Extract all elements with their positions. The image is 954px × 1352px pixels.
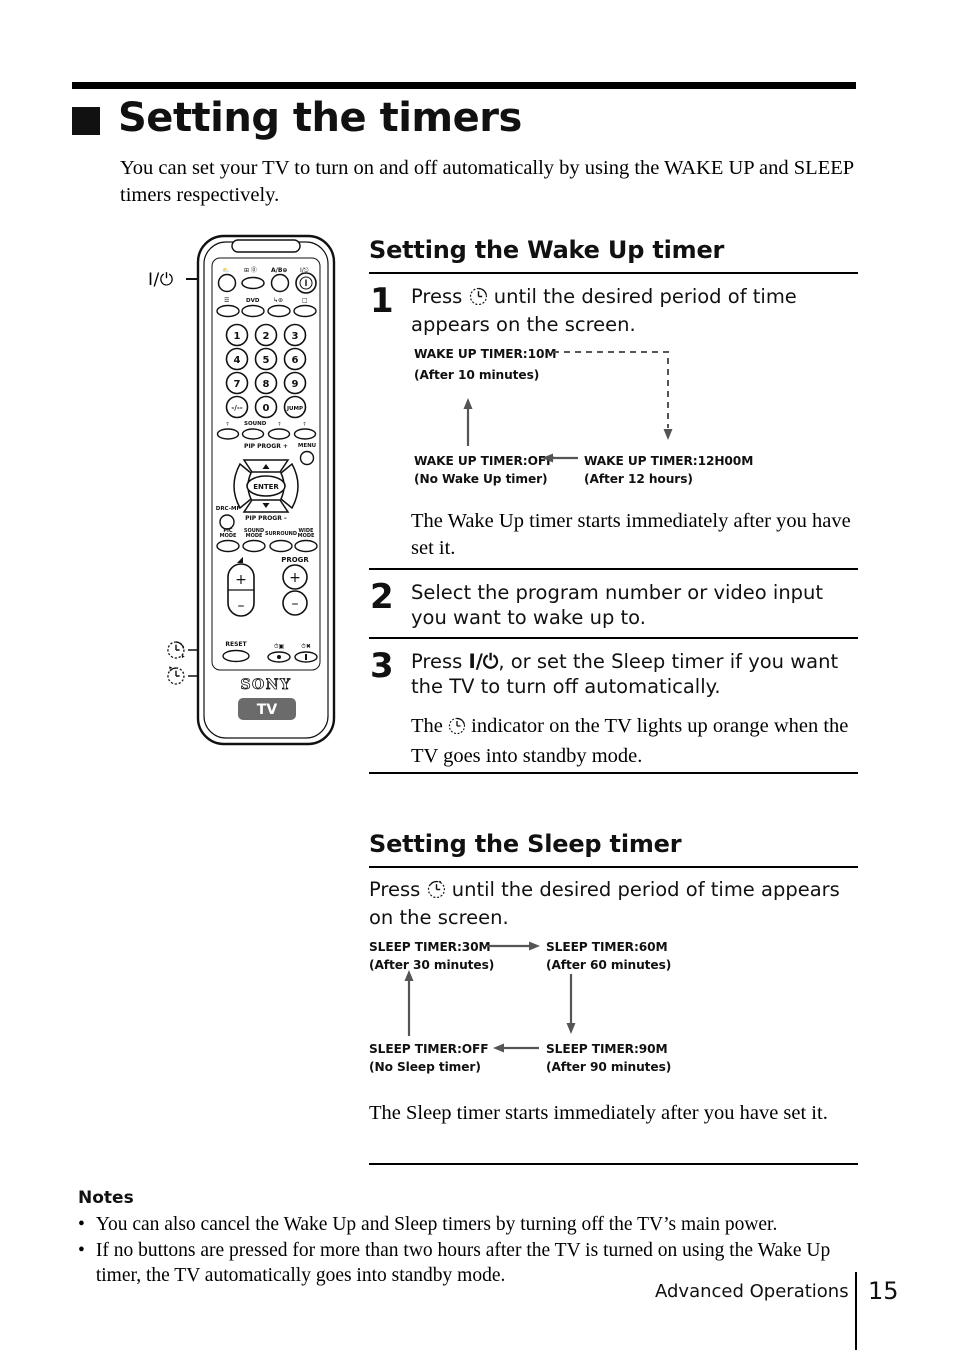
svg-text:9: 9 <box>292 379 299 390</box>
svg-text:⍒: ⍒ <box>278 422 281 428</box>
svg-text:0: 0 <box>263 403 270 414</box>
step-3-text-before: Press <box>411 650 469 673</box>
svg-text:⏱✖: ⏱✖ <box>301 643 311 650</box>
svg-text:⏱▣: ⏱▣ <box>274 643 284 650</box>
svg-text:+: + <box>235 572 247 588</box>
note-item-text: You can also cancel the Wake Up and Slee… <box>95 1214 778 1235</box>
bullet-glyph: • <box>78 1240 85 1261</box>
header-rule <box>72 82 856 89</box>
svg-text:+: + <box>289 570 301 586</box>
sleep-instruction-before: Press <box>369 878 427 901</box>
svg-text:PIP PROGR +: PIP PROGR + <box>244 443 288 450</box>
wake-up-heading-rule <box>369 272 858 274</box>
note-item: • You can also cancel the Wake Up and Sl… <box>78 1212 868 1237</box>
wake-up-timer-icon <box>469 287 488 313</box>
svg-text:⊞ ⓪: ⊞ ⓪ <box>244 266 257 274</box>
bullet-glyph: • <box>78 1214 85 1235</box>
svg-text:MENU: MENU <box>298 443 316 449</box>
svg-text:2: 2 <box>263 331 270 342</box>
page-title-row: Setting the timers <box>72 98 522 138</box>
sleep-timer-icon <box>427 880 446 906</box>
svg-text:–: – <box>238 598 245 614</box>
svg-text:□: □ <box>302 297 308 304</box>
svg-text:SONY: SONY <box>240 677 291 693</box>
step-3-note-after: indicator on the TV lights up orange whe… <box>411 715 849 768</box>
svg-text:MODE: MODE <box>220 533 237 539</box>
svg-text:7: 7 <box>234 379 241 390</box>
svg-text:⍒: ⍒ <box>226 422 229 428</box>
title-square-marker <box>72 107 100 135</box>
wake-up-section-end-rule <box>369 772 858 774</box>
svg-text:PIP PROGR –: PIP PROGR – <box>245 515 287 522</box>
sleep-note: The Sleep timer starts immediately after… <box>369 1102 828 1124</box>
remote-control-illustration: I/⏻ ⛅ ⊞ ⓪ A/B⊕ I/⎋ ☰ DVD ↳⊛ □ 1 2 3 4 5 … <box>140 232 360 752</box>
svg-text:8: 8 <box>263 379 270 390</box>
svg-text:1: 1 <box>234 331 241 342</box>
wake-up-timer-icon-indicator <box>448 716 466 743</box>
step-2-number: 2 <box>370 577 394 617</box>
svg-text:MODE: MODE <box>298 533 315 539</box>
svg-text:↳⊛: ↳⊛ <box>273 297 283 304</box>
step-2-rule <box>369 568 858 570</box>
step-2-text: Select the program number or video input… <box>411 581 824 629</box>
svg-text:TV: TV <box>257 702 278 718</box>
svg-text:3: 3 <box>292 331 299 342</box>
page-title: Setting the timers <box>118 95 522 141</box>
svg-text:RESET: RESET <box>225 641 247 648</box>
wake-up-section-heading: Setting the Wake Up timer <box>369 236 725 264</box>
sleep-section-heading: Setting the Sleep timer <box>369 830 682 858</box>
svg-text:–: – <box>292 596 299 612</box>
svg-text:SOUND: SOUND <box>244 421 267 427</box>
svg-text:DVD: DVD <box>246 298 260 304</box>
page-number: 15 <box>868 1277 899 1305</box>
step-1-number: 1 <box>370 281 394 321</box>
wakeup-flow-arrows <box>463 351 673 463</box>
svg-text:ENTER: ENTER <box>253 483 279 491</box>
sleep-flow-arrows <box>404 941 576 1053</box>
svg-text:MODE: MODE <box>246 533 263 539</box>
step-1-text: Press until the desired period of time a… <box>411 285 861 338</box>
step-1-text-before: Press <box>411 285 469 308</box>
step-3-rule <box>369 637 858 639</box>
svg-text:A/B⊕: A/B⊕ <box>271 267 287 274</box>
svg-text:JUMP: JUMP <box>286 406 303 412</box>
svg-text:☰: ☰ <box>224 297 229 304</box>
svg-text:PROGR: PROGR <box>281 556 309 564</box>
step-3-number: 3 <box>370 646 394 686</box>
step-3-note: The indicator on the TV lights up orange… <box>411 713 861 770</box>
svg-text:4: 4 <box>234 355 241 366</box>
intro-paragraph: You can set your TV to turn on and off a… <box>120 157 854 207</box>
svg-text:SURROUND: SURROUND <box>265 531 297 537</box>
step-3-note-before: The <box>411 715 448 737</box>
svg-text:-/--: -/-- <box>231 404 242 412</box>
notes-heading: Notes <box>78 1188 134 1208</box>
step-1-note: The Wake Up timer starts immediately aft… <box>411 510 851 560</box>
sleep-instruction: Press until the desired period of time a… <box>369 878 861 931</box>
power-symbol: I/⏻ <box>468 650 499 673</box>
footer-section-label: Advanced Operations <box>655 1281 849 1302</box>
svg-text:⛅: ⛅ <box>222 267 230 274</box>
step-3-text: Press I/⏻, or set the Sleep timer if you… <box>411 650 861 700</box>
svg-text:◢: ◢ <box>237 555 244 564</box>
svg-text:DRC-MF: DRC-MF <box>216 506 241 512</box>
remote-body-svg: ⛅ ⊞ ⓪ A/B⊕ I/⎋ ☰ DVD ↳⊛ □ 1 2 3 4 5 6 7 … <box>196 234 336 746</box>
footer-divider <box>855 1272 857 1350</box>
svg-text:⍒: ⍒ <box>303 422 306 428</box>
sleep-section-end-rule <box>369 1163 858 1165</box>
svg-text:6: 6 <box>292 355 299 366</box>
sleep-heading-rule <box>369 866 858 868</box>
svg-text:5: 5 <box>263 355 270 366</box>
